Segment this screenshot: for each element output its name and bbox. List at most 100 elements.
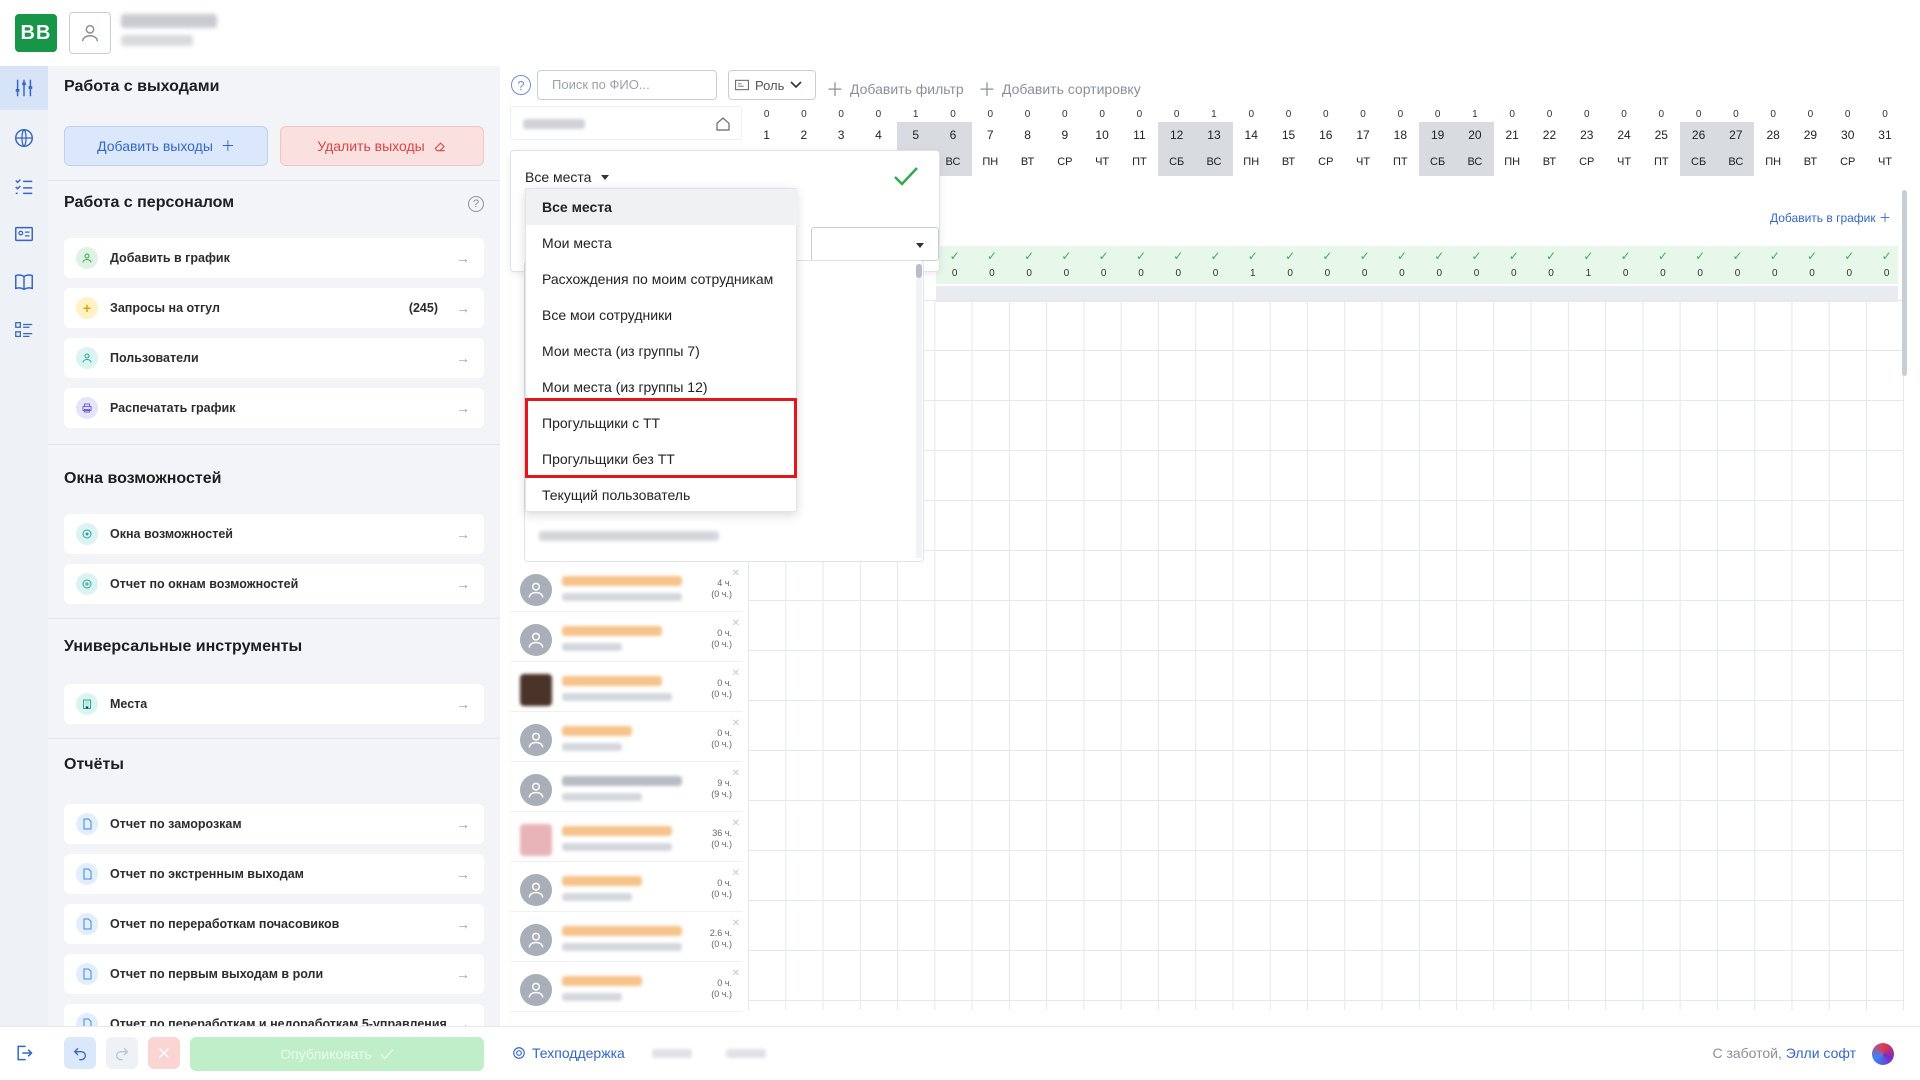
calendar-day-column[interactable]: 0 12 СБ xyxy=(1158,108,1196,176)
calendar-day-column[interactable]: 0 22 ВТ xyxy=(1531,108,1568,176)
user-avatar[interactable] xyxy=(69,12,111,54)
calendar-day-column[interactable]: 0 25 ПТ xyxy=(1643,108,1680,176)
search-input[interactable]: Поиск по ФИО... xyxy=(537,70,717,100)
calendar-day-column[interactable]: 0 23 СР xyxy=(1568,108,1605,176)
card-label: Отчет по экстренным выходам xyxy=(110,867,304,881)
support-link[interactable]: Техподдержка xyxy=(512,1045,625,1061)
dropdown-option[interactable]: Все мои сотрудники xyxy=(526,297,798,333)
redo-button[interactable] xyxy=(106,1037,138,1069)
add-sort-button[interactable]: ＋ Добавить сортировку xyxy=(978,76,1141,102)
remove-icon[interactable]: ✕ xyxy=(732,618,740,629)
employee-name-redacted xyxy=(562,576,682,586)
employee-row[interactable]: 0 ч. (0 ч.) ✕ xyxy=(510,966,742,1012)
remove-icon[interactable]: ✕ xyxy=(732,668,740,679)
calendar-day-column[interactable]: 0 26 СБ xyxy=(1680,108,1718,176)
calendar-day-column[interactable]: 0 24 ЧТ xyxy=(1605,108,1642,176)
employee-row[interactable]: 0 ч. (0 ч.) ✕ xyxy=(510,666,742,712)
confirm-button[interactable] xyxy=(893,165,919,187)
calendar-day-column[interactable]: 0 31 ЧТ xyxy=(1866,108,1903,176)
employee-photo xyxy=(520,824,552,856)
calendar-day-column[interactable]: 0 10 ЧТ xyxy=(1084,108,1121,176)
employee-row[interactable]: 0 ч. (0 ч.) ✕ xyxy=(510,616,742,662)
calendar-day-column[interactable]: 0 29 ВТ xyxy=(1792,108,1829,176)
remove-icon[interactable]: ✕ xyxy=(732,818,740,829)
card-add-to-schedule[interactable]: Добавить в график → xyxy=(64,238,484,278)
place-header[interactable] xyxy=(510,106,742,140)
places-filter-toggle[interactable]: Все места xyxy=(525,169,610,185)
add-to-schedule-link[interactable]: Добавить в график ＋ xyxy=(1770,209,1891,226)
calendar-day-column[interactable]: 0 14 ПН xyxy=(1233,108,1270,176)
calendar-day-column[interactable]: 0 15 ВТ xyxy=(1270,108,1307,176)
publish-button[interactable]: Опубликовать xyxy=(190,1037,484,1071)
building-icon xyxy=(76,693,98,715)
calendar-day-column[interactable]: 0 27 ВС xyxy=(1717,108,1755,176)
add-shifts-button[interactable]: Добавить выходы ＋ xyxy=(64,126,268,166)
arrow-right-icon: → xyxy=(456,576,470,592)
card-opportunity-report[interactable]: Отчет по окнам возможностей → xyxy=(64,564,484,604)
remove-icon[interactable]: ✕ xyxy=(732,968,740,979)
calendar-day-column[interactable]: 0 18 ПТ xyxy=(1382,108,1419,176)
card-users[interactable]: Пользователи → xyxy=(64,338,484,378)
calendar-day-column[interactable]: 0 7 ПН xyxy=(972,108,1009,176)
delete-shifts-button[interactable]: Удалить выходы xyxy=(280,126,484,166)
employee-row[interactable]: 0 ч. (0 ч.) ✕ xyxy=(510,866,742,912)
scrollbar[interactable] xyxy=(1902,190,1907,376)
logout-button[interactable] xyxy=(8,1037,40,1069)
brand-link[interactable]: Элли софт xyxy=(1786,1045,1856,1061)
employee-row[interactable]: 9 ч. (9 ч.) ✕ xyxy=(510,766,742,812)
card-print-schedule[interactable]: Распечатать график → xyxy=(64,388,484,428)
card-report-overtime-hourly[interactable]: Отчет по переработкам почасовиков → xyxy=(64,904,484,944)
calendar-day-column[interactable]: 1 20 ВС xyxy=(1456,108,1494,176)
remove-icon[interactable]: ✕ xyxy=(732,718,740,729)
confirmation-cell: ✓ 0 xyxy=(1048,246,1085,282)
calendar-day-column[interactable]: 0 8 ВТ xyxy=(1009,108,1046,176)
employee-row[interactable]: 36 ч. (0 ч.) ✕ xyxy=(510,816,742,862)
rail-globe[interactable] xyxy=(0,116,48,160)
rail-task-list[interactable] xyxy=(0,308,48,352)
remove-icon[interactable]: ✕ xyxy=(732,568,740,579)
dropdown-option[interactable]: Текущий пользователь xyxy=(526,477,798,513)
calendar-day-column[interactable]: 0 21 ПН xyxy=(1494,108,1531,176)
calendar-day-column[interactable]: 0 28 ПН xyxy=(1755,108,1792,176)
undo-button[interactable] xyxy=(64,1037,96,1069)
secondary-select[interactable] xyxy=(811,227,939,261)
help-icon[interactable]: ? xyxy=(468,196,484,212)
rail-id-card[interactable] xyxy=(0,212,48,256)
card-opportunity-windows[interactable]: Окна возможностей → xyxy=(64,514,484,554)
rail-checklist[interactable] xyxy=(0,164,48,208)
employee-row[interactable]: 4 ч. (0 ч.) ✕ xyxy=(510,566,742,612)
discard-button[interactable] xyxy=(148,1037,180,1069)
help-button[interactable]: ? xyxy=(511,75,531,95)
card-time-off-requests[interactable]: + Запросы на отгул (245) → xyxy=(64,288,484,328)
remove-icon[interactable]: ✕ xyxy=(732,868,740,879)
list-scrollbar[interactable] xyxy=(916,264,922,558)
calendar-day-column[interactable]: 0 17 ЧТ xyxy=(1344,108,1381,176)
card-report-overtime-undertime[interactable]: Отчет по переработкам и недоработкам 5-у… xyxy=(64,1004,484,1026)
day-count: 0 xyxy=(1397,109,1404,120)
add-filter-button[interactable]: ＋ Добавить фильтр xyxy=(826,76,964,102)
remove-icon[interactable]: ✕ xyxy=(732,918,740,929)
employee-row[interactable]: 2.6 ч. (0 ч.) ✕ xyxy=(510,916,742,962)
dropdown-option[interactable]: Мои места xyxy=(526,225,798,261)
dropdown-option[interactable]: Мои места (из группы 7) xyxy=(526,333,798,369)
day-number: 30 xyxy=(1841,128,1855,142)
remove-icon[interactable]: ✕ xyxy=(732,768,740,779)
calendar-day-column[interactable]: 1 13 ВС xyxy=(1195,108,1233,176)
card-report-first-shifts[interactable]: Отчет по первым выходам в роли → xyxy=(64,954,484,994)
card-report-emergency[interactable]: Отчет по экстренным выходам → xyxy=(64,854,484,894)
card-places[interactable]: Места → xyxy=(64,684,484,724)
calendar-day-column[interactable]: 0 9 СР xyxy=(1046,108,1083,176)
calendar-day-column[interactable]: 0 16 СР xyxy=(1307,108,1344,176)
dropdown-option[interactable]: Все места xyxy=(526,189,798,225)
employee-row[interactable]: 0 ч. (0 ч.) ✕ xyxy=(510,716,742,762)
card-report-freezes[interactable]: Отчет по заморозкам → xyxy=(64,804,484,844)
rail-book[interactable] xyxy=(0,260,48,304)
rail-schedule-settings[interactable] xyxy=(0,66,48,110)
calendar-day-column[interactable]: 0 30 СР xyxy=(1829,108,1866,176)
confirmation-count: 0 xyxy=(989,268,995,279)
role-filter-dropdown[interactable]: Роль xyxy=(728,70,816,100)
app-logo[interactable]: ВВ xyxy=(15,14,57,52)
calendar-day-column[interactable]: 0 19 СБ xyxy=(1419,108,1457,176)
dropdown-option[interactable]: Расхождения по моим сотрудникам xyxy=(526,261,798,297)
calendar-day-column[interactable]: 0 11 ПТ xyxy=(1121,108,1158,176)
